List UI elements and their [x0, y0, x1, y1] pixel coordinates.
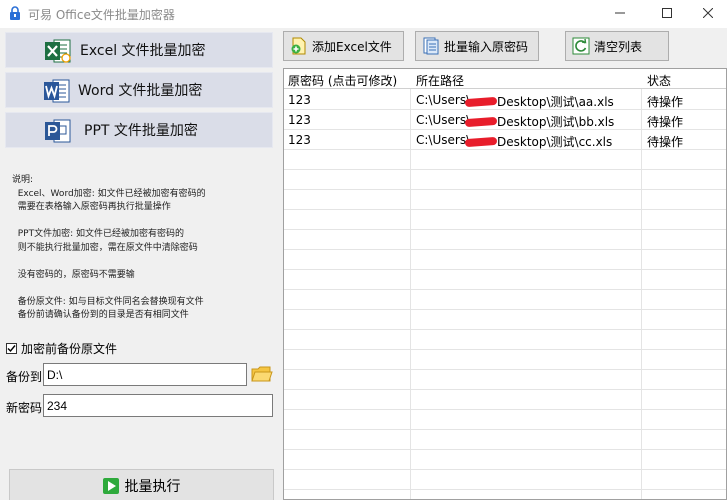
- word-encrypt-label: Word 文件批量加密: [78, 83, 203, 99]
- close-icon: [703, 8, 713, 18]
- redaction-mark: [464, 116, 498, 128]
- refresh-icon: [572, 37, 590, 55]
- ppt-encrypt-button[interactable]: PPT 文件批量加密: [5, 112, 273, 148]
- folder-browse-icon[interactable]: [250, 362, 273, 386]
- backup-checkbox-label: 加密前备份原文件: [21, 342, 118, 356]
- cell-status: 待操作: [647, 95, 684, 109]
- new-password-label: 新密码: [6, 401, 43, 415]
- cell-status: 待操作: [647, 135, 684, 149]
- clear-list-label: 清空列表: [594, 39, 643, 54]
- column-divider: [641, 69, 642, 499]
- cell-status: 待操作: [647, 115, 684, 129]
- batch-run-button[interactable]: 批量执行: [9, 469, 274, 500]
- instructions-text: 说明: Excel、Word加密: 如文件已经被加密有密码的 需要在表格输入原密…: [12, 175, 206, 320]
- file-grid[interactable]: 原密码 (点击可修改) 所在路径 状态 123 C:\Users\ Deskto…: [283, 68, 727, 500]
- grid-header: 原密码 (点击可修改) 所在路径 状态: [284, 69, 726, 89]
- checkmark-icon: [7, 345, 16, 353]
- clear-list-button[interactable]: 清空列表: [565, 31, 669, 61]
- row-divider: [284, 229, 726, 230]
- new-password-input[interactable]: [43, 394, 273, 417]
- row-divider: [284, 409, 726, 410]
- maximize-button[interactable]: [647, 0, 687, 26]
- row-divider: [284, 369, 726, 370]
- row-divider: [284, 169, 726, 170]
- cell-password[interactable]: 123: [288, 113, 311, 127]
- row-divider: [284, 469, 726, 470]
- word-icon: [44, 79, 70, 103]
- add-file-icon: [291, 37, 306, 55]
- row-divider: [284, 289, 726, 290]
- lock-app-icon: [10, 6, 20, 20]
- cell-path-tail: Desktop\测试\bb.xls: [497, 115, 615, 129]
- row-divider: [284, 429, 726, 430]
- cell-path: C:\Users\: [416, 113, 471, 127]
- cell-path-tail: Desktop\测试\aa.xls: [497, 95, 614, 109]
- batch-password-button[interactable]: 批量输入原密码: [415, 31, 539, 61]
- ppt-encrypt-label: PPT 文件批量加密: [84, 123, 198, 139]
- column-header-path[interactable]: 所在路径: [416, 72, 464, 89]
- column-header-status[interactable]: 状态: [647, 72, 671, 89]
- column-header-password[interactable]: 原密码 (点击可修改): [288, 72, 397, 89]
- cell-password[interactable]: 123: [288, 93, 311, 107]
- title-bar: 可易 Office文件批量加密器: [0, 0, 727, 28]
- maximize-icon: [662, 8, 672, 18]
- row-divider: [284, 309, 726, 310]
- powerpoint-icon: [45, 119, 71, 143]
- excel-encrypt-button[interactable]: Excel 文件批量加密: [5, 32, 273, 68]
- backup-checkbox[interactable]: [6, 343, 17, 354]
- row-divider: [284, 489, 726, 490]
- row-divider: [284, 329, 726, 330]
- play-icon: [102, 478, 119, 494]
- window-title: 可易 Office文件批量加密器: [28, 8, 175, 22]
- batch-run-label: 批量执行: [124, 479, 181, 495]
- batch-password-label: 批量输入原密码: [444, 39, 529, 54]
- right-panel: 添加Excel文件 批量输入原密码 清空列表 原密码 (点击可修改) 所在路径 …: [279, 28, 727, 500]
- minimize-button[interactable]: [600, 0, 640, 26]
- word-encrypt-button[interactable]: Word 文件批量加密: [5, 72, 273, 108]
- row-divider: [284, 349, 726, 350]
- add-excel-label: 添加Excel文件: [312, 39, 392, 54]
- column-divider: [410, 69, 411, 499]
- add-excel-button[interactable]: 添加Excel文件: [283, 31, 404, 61]
- redaction-mark: [464, 136, 498, 148]
- left-panel: Excel 文件批量加密 Word 文件批量加密 PPT 文件批量加密 说明: …: [0, 28, 279, 500]
- document-list-icon: [423, 37, 439, 55]
- backup-checkbox-row[interactable]: 加密前备份原文件: [6, 340, 117, 357]
- excel-encrypt-label: Excel 文件批量加密: [80, 43, 206, 59]
- row-divider: [284, 389, 726, 390]
- cell-path: C:\Users\: [416, 93, 471, 107]
- cell-path: C:\Users\: [416, 133, 471, 147]
- row-divider: [284, 449, 726, 450]
- row-divider: [284, 189, 726, 190]
- row-divider: [284, 269, 726, 270]
- backup-path-input[interactable]: [43, 363, 247, 386]
- cell-path-tail: Desktop\测试\cc.xls: [497, 135, 613, 149]
- row-divider: [284, 209, 726, 210]
- excel-icon: [45, 39, 71, 63]
- backup-to-label: 备份到: [6, 370, 43, 384]
- cell-password[interactable]: 123: [288, 133, 311, 147]
- close-button[interactable]: [688, 0, 727, 26]
- row-divider: [284, 249, 726, 250]
- redaction-mark: [464, 96, 498, 108]
- minimize-icon: [615, 12, 625, 14]
